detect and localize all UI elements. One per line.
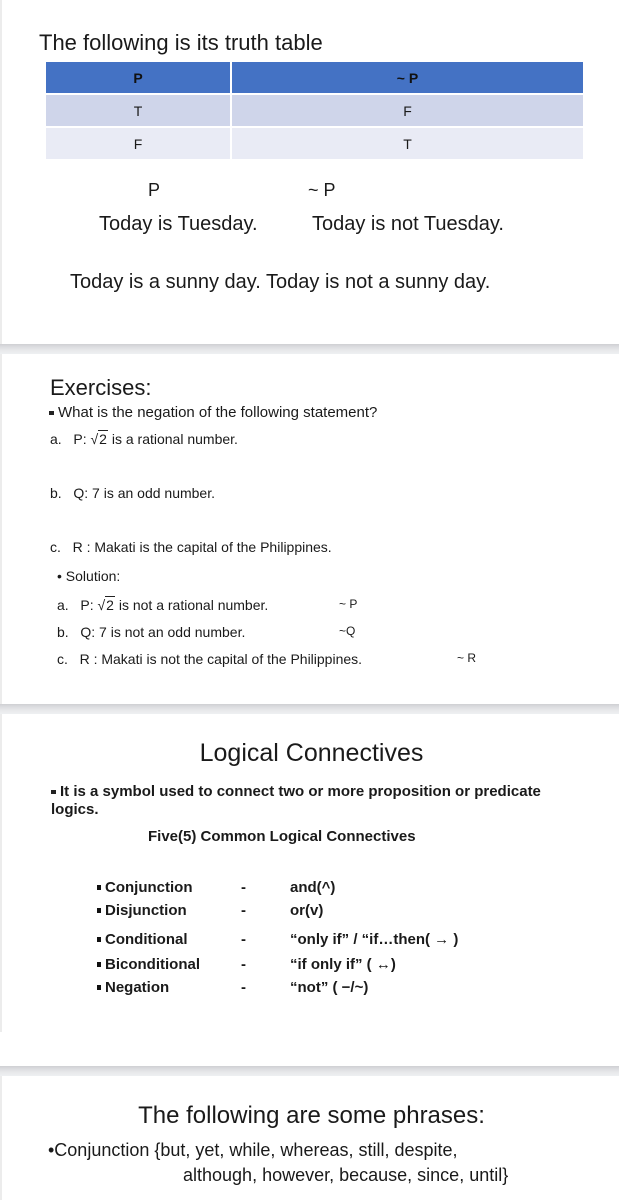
table-row: F T [46, 126, 583, 159]
bullet-icon: • [57, 568, 62, 584]
subtitle: Five(5) Common Logical Connectives [148, 828, 416, 845]
exercise-item: a. P: √2 is a rational number. [50, 430, 238, 447]
conjunction-phrases-line: although, however, because, since, until… [183, 1165, 509, 1185]
question-text: What is the negation of the following st… [58, 404, 378, 421]
dash: - [241, 902, 246, 919]
connective-name: Conditional [97, 931, 188, 948]
table-header-cell: ~ P [232, 62, 583, 93]
slide-phrases: The following are some phrases: •Conjunc… [0, 1076, 619, 1200]
bullet-icon [97, 961, 101, 967]
item-letter: b. [57, 624, 69, 640]
dash: - [241, 979, 246, 996]
definition: It is a symbol used to connect two or mo… [51, 783, 591, 819]
slide-title: Logical Connectives [199, 739, 424, 767]
item-letter: c. [57, 651, 68, 667]
bullet-icon [97, 884, 101, 890]
radicand: 2 [105, 596, 115, 613]
name-text: Conjunction [105, 879, 193, 896]
negation-symbol: ~Q [339, 624, 356, 638]
conjunction-phrases-line: •Conjunction {but, yet, while, whereas, … [48, 1140, 458, 1160]
solution-item: c. R : Makati is not the capital of the … [57, 651, 537, 667]
not-p-label: ~ P [308, 180, 336, 200]
bullet-icon [51, 790, 56, 795]
name-text: Biconditional [105, 956, 200, 973]
p-label: P [148, 180, 161, 200]
connective-symbol: or(v) [290, 902, 324, 919]
table-row: T F [46, 93, 583, 126]
slide-divider [0, 344, 619, 354]
connective-name: Disjunction [97, 902, 187, 919]
item-letter: c. [50, 539, 61, 555]
connective-symbol: “not” ( −/~) [290, 979, 369, 996]
negation-symbol: ~ R [457, 651, 477, 665]
item-prefix: P: [73, 431, 87, 447]
slide-title: The following is its truth table [39, 30, 323, 55]
bullet-icon [49, 411, 54, 416]
item-text: is a rational number. [111, 431, 238, 447]
table-cell: F [232, 93, 583, 126]
item-prefix: P: [80, 597, 94, 613]
exercise-item: c. R : Makati is the capital of the Phil… [50, 539, 332, 555]
connective-symbol: “if only if” ( ↔) [290, 956, 396, 973]
table-header-row: P ~ P [46, 62, 583, 93]
connective-symbol: and(^) [290, 879, 336, 896]
name-text: Disjunction [105, 902, 187, 919]
slide-divider [0, 1066, 619, 1076]
slide-logical-connectives: Logical Connectives It is a symbol used … [0, 714, 619, 1032]
item-text: Q: 7 is an odd number. [73, 485, 215, 501]
example-negation: Today is not Tuesday. [312, 213, 504, 235]
item-text: is not a rational number. [118, 597, 269, 613]
radicand: 2 [98, 430, 108, 447]
item-letter: a. [50, 431, 62, 447]
dash: - [241, 879, 246, 896]
item-letter: b. [50, 485, 62, 501]
name-text: Conditional [105, 931, 188, 948]
name-text: Negation [105, 979, 170, 996]
slide-title: The following are some phrases: [138, 1102, 485, 1129]
connective-name: Conjunction [97, 879, 192, 896]
table-cell: T [46, 93, 232, 126]
dash: - [241, 956, 246, 973]
table-cell: T [232, 126, 583, 159]
connective-name: Biconditional [97, 956, 200, 973]
negation-symbol: ~ P [339, 597, 358, 611]
definition-text: It is a symbol used to connect two or mo… [51, 783, 541, 818]
sqrt-symbol: √2 [97, 596, 115, 613]
table-header-cell: P [46, 62, 232, 93]
table-cell: F [46, 126, 232, 159]
slide-title: Exercises: [50, 375, 152, 400]
connective-symbol: “only if” / “if…then( → ) [290, 931, 459, 948]
dash: - [241, 931, 246, 948]
connective-name: Negation [97, 979, 169, 996]
bullet-icon [97, 936, 101, 942]
solution-item: b. Q: 7 is not an odd number. ~Q [57, 624, 537, 640]
exercise-item: b. Q: 7 is an odd number. [50, 485, 215, 501]
slide-divider [0, 704, 619, 714]
question: What is the negation of the following st… [49, 404, 377, 421]
solution-label-text: Solution: [65, 568, 121, 584]
sqrt-symbol: √2 [90, 430, 108, 447]
slide-truth-table: The following is its truth table P ~ P T… [0, 0, 619, 344]
bullet-icon [97, 907, 101, 913]
solution-item: a. P: √2 is not a rational number. ~ P [57, 596, 537, 613]
bullet-icon [97, 984, 101, 990]
item-text: R : Makati is the capital of the Philipp… [72, 539, 332, 555]
slide-exercises: Exercises: What is the negation of the f… [0, 354, 619, 704]
item-letter: a. [57, 597, 69, 613]
item-text: R : Makati is not the capital of the Phi… [79, 651, 363, 667]
example-pair: Today is a sunny day. Today is not a sun… [70, 271, 491, 293]
solution-label: • Solution: [57, 568, 120, 584]
truth-table: P ~ P T F F T [46, 62, 583, 159]
example-statement: Today is Tuesday. [99, 213, 258, 235]
item-text: Q: 7 is not an odd number. [80, 624, 246, 640]
